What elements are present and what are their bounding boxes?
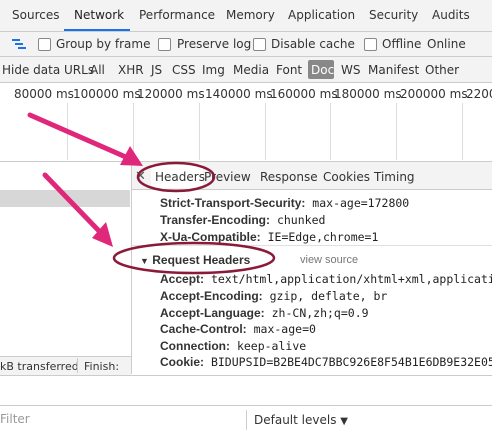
arrow-to-request-headers-icon xyxy=(42,172,113,247)
request-headers-circle xyxy=(112,241,276,275)
annotation-overlay xyxy=(27,112,276,275)
headers-tab-circle xyxy=(136,161,216,193)
arrow-to-headers-tab-icon xyxy=(27,112,143,166)
